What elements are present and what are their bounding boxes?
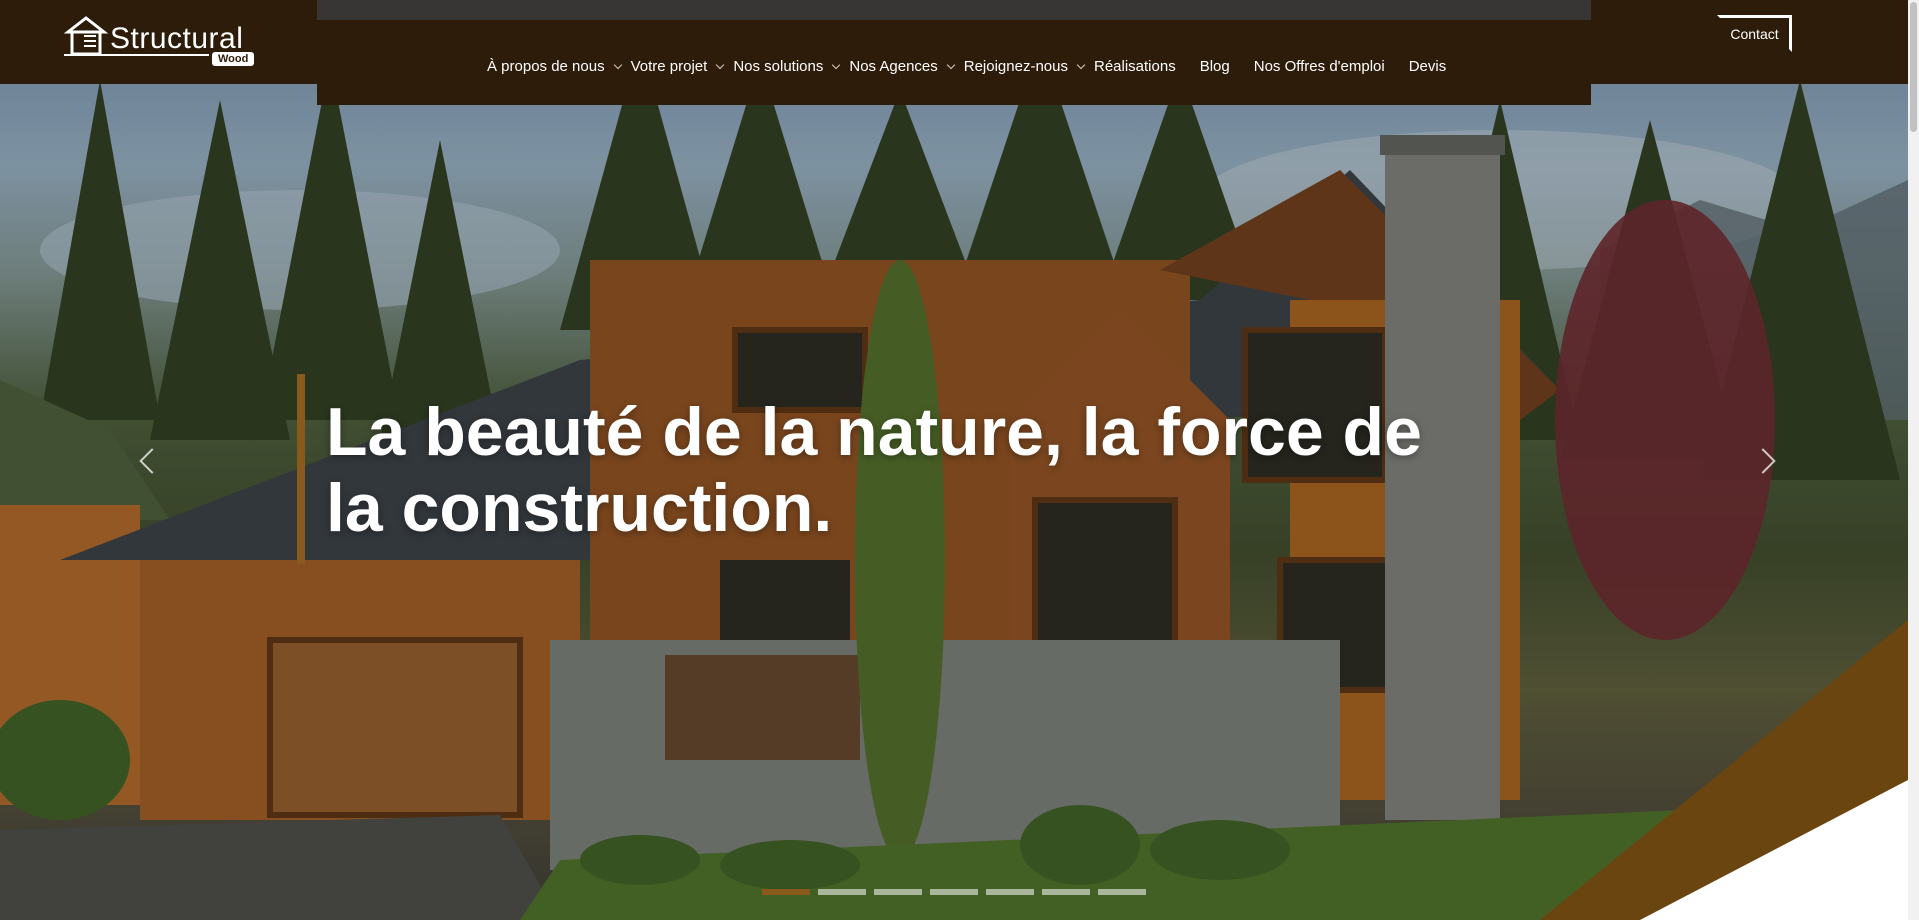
headline-accent-bar [297, 374, 305, 564]
nav-item-label: Réalisations [1093, 57, 1176, 75]
slider-dot[interactable] [986, 889, 1034, 895]
chevron-down-icon [613, 60, 622, 70]
nav-item-nos-agences[interactable]: Nos Agences [849, 57, 955, 75]
slider-dot[interactable] [930, 889, 978, 895]
nav-item-realisations[interactable]: Réalisations [1094, 58, 1176, 75]
nav-item-a-propos[interactable]: À propos de nous [487, 57, 622, 75]
slider-dot[interactable] [762, 889, 810, 895]
slider-prev-arrow[interactable] [135, 446, 165, 476]
nav-item-label: Devis [1408, 57, 1447, 75]
nav-item-label: Votre projet [630, 57, 708, 75]
nav-item-label: Blog [1199, 57, 1230, 75]
nav-item-offres-emploi[interactable]: Nos Offres d'emploi [1254, 58, 1385, 75]
nav-item-devis[interactable]: Devis [1409, 58, 1447, 75]
page-scrollbar[interactable] [1908, 0, 1919, 920]
slider-dot[interactable] [1098, 889, 1146, 895]
slider-dot[interactable] [874, 889, 922, 895]
chevron-down-icon [832, 60, 841, 70]
nav-item-blog[interactable]: Blog [1200, 58, 1230, 75]
nav-item-votre-projet[interactable]: Votre projet [630, 57, 725, 75]
nav-panel-top-strip [317, 0, 1591, 20]
chevron-down-icon [1076, 60, 1086, 70]
logo-sub-badge: Wood [212, 52, 255, 66]
nav-item-nos-solutions[interactable]: Nos solutions [733, 57, 841, 75]
main-menu: À propos de nous Votre projet Nos soluti… [487, 54, 1470, 78]
logo-underline [64, 54, 209, 56]
site-logo[interactable]: Structural Wood [62, 16, 262, 72]
nav-item-label: Rejoignez-nous [963, 57, 1068, 75]
chevron-down-icon [946, 60, 955, 70]
nav-item-label: Nos Agences [849, 57, 938, 75]
slider-pagination [762, 889, 1154, 895]
nav-item-label: Nos Offres d'emploi [1253, 57, 1385, 75]
slider-dot[interactable] [818, 889, 866, 895]
nav-item-label: Nos solutions [733, 57, 824, 75]
hero-headline: La beauté de la nature, la force de la c… [326, 394, 1422, 546]
nav-item-rejoignez-nous[interactable]: Rejoignez-nous [963, 57, 1086, 75]
slider-dot[interactable] [1042, 889, 1090, 895]
house-logo-icon [64, 16, 108, 56]
nav-item-label: À propos de nous [487, 57, 605, 75]
scrollbar-thumb[interactable] [1910, 2, 1917, 132]
slider-next-arrow[interactable] [1750, 446, 1780, 476]
chevron-down-icon [716, 60, 725, 70]
logo-name: Structural [110, 22, 244, 55]
contact-button[interactable]: Contact [1717, 15, 1792, 52]
